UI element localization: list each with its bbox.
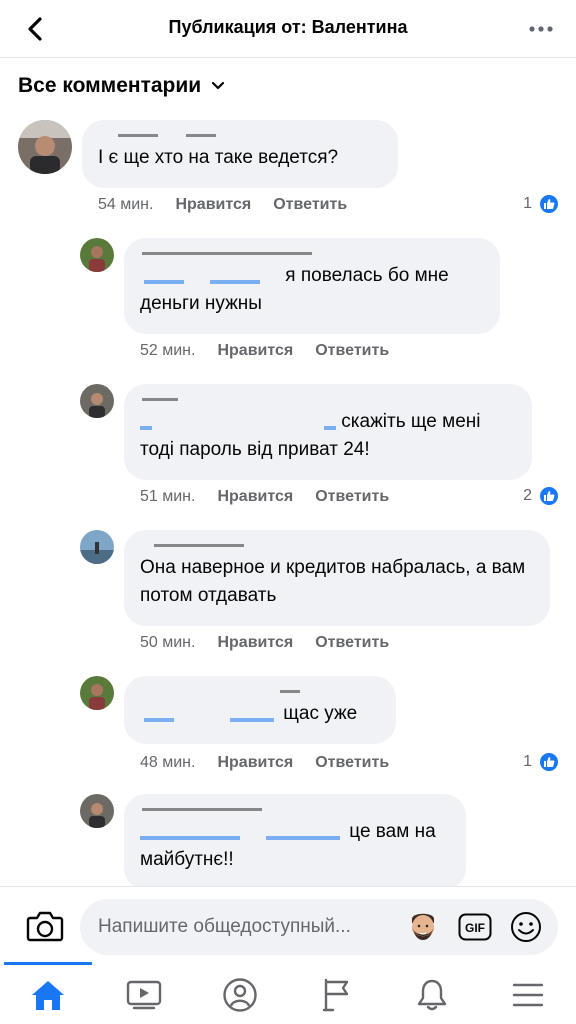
reply-button[interactable]: Ответить — [273, 196, 347, 214]
home-icon — [32, 981, 64, 1010]
author-name-redacted[interactable] — [140, 392, 516, 406]
reply-comment: це вам на майбутнє!! — [0, 794, 576, 886]
nav-pages[interactable] — [316, 976, 356, 1014]
reply-comment: щас уже 48 мин. Нравится Ответить 1 — [0, 676, 576, 786]
more-dots-icon — [529, 26, 553, 32]
nav-menu[interactable] — [508, 976, 548, 1014]
comments-filter-label: Все комментарии — [18, 74, 202, 97]
comment-actions: 50 мин. Нравится Ответить — [140, 634, 389, 652]
avatar[interactable] — [80, 384, 114, 418]
like-button[interactable]: Нравится — [217, 488, 293, 506]
bottom-navigation — [0, 962, 576, 1024]
comment: І є ще хто на таке ведется? 54 мин. Нрав… — [0, 116, 576, 226]
comment-bubble: я повелась бо мне деньги нужны — [124, 238, 500, 334]
mention-link[interactable] — [140, 818, 344, 840]
avatar[interactable] — [80, 676, 114, 710]
comment-actions: 51 мин. Нравится Ответить — [140, 488, 389, 506]
like-reaction-icon — [538, 193, 560, 215]
comment-input[interactable]: Напишите общедоступный... GIF — [80, 899, 558, 955]
reply-button[interactable]: Ответить — [315, 634, 389, 652]
gif-icon: GIF — [458, 913, 492, 941]
comment-bubble: І є ще хто на таке ведется? — [82, 120, 398, 188]
flag-icon — [322, 978, 349, 1012]
comment-text: І є ще хто на таке ведется? — [98, 147, 339, 168]
reply-comment: я повелась бо мне деньги нужны 52 мин. Н… — [0, 238, 576, 368]
comment-composer: Напишите общедоступный... GIF — [0, 886, 576, 964]
avatar[interactable] — [80, 238, 114, 272]
comment-bubble: щас уже — [124, 676, 396, 744]
mention-link[interactable] — [140, 700, 278, 722]
avatar[interactable] — [80, 794, 114, 828]
reply-comment: скажіть ще мені тоді пароль від приват 2… — [0, 384, 576, 514]
reply-button[interactable]: Ответить — [315, 488, 389, 506]
comment-time[interactable]: 51 мин. — [140, 488, 195, 506]
nav-video[interactable] — [124, 976, 164, 1014]
reaction-count[interactable]: 1 — [523, 193, 560, 215]
avatar[interactable] — [80, 530, 114, 564]
like-button[interactable]: Нравится — [217, 754, 293, 772]
reaction-number: 2 — [523, 487, 532, 504]
mention-link[interactable] — [140, 262, 280, 284]
chevron-down-icon — [212, 81, 225, 90]
comment-actions: 52 мин. Нравится Ответить — [140, 342, 389, 360]
comment-actions: 48 мин. Нравится Ответить — [140, 754, 389, 772]
like-reaction-icon — [538, 485, 560, 507]
comment-bubble: скажіть ще мені тоді пароль від приват 2… — [124, 384, 532, 480]
more-options-button[interactable] — [526, 14, 556, 44]
page-title: Публикация от: Валентина — [168, 17, 408, 37]
nav-home[interactable] — [28, 976, 68, 1014]
profile-icon — [223, 978, 257, 1012]
author-name-redacted[interactable] — [140, 684, 380, 698]
camera-icon — [26, 911, 64, 942]
avatar-sticker-button[interactable] — [406, 909, 440, 945]
comment-actions: 54 мин. Нравится Ответить — [98, 196, 347, 214]
like-button[interactable]: Нравится — [217, 634, 293, 652]
top-bar: Публикация от: Валентина — [0, 0, 576, 58]
comment-time[interactable]: 50 мин. — [140, 634, 195, 652]
comments-filter-dropdown[interactable]: Все комментарии — [18, 74, 225, 98]
comment-text: Она наверное и кредитов набралась, а вам… — [140, 557, 526, 606]
author-name-redacted[interactable] — [140, 802, 450, 816]
author-name-redacted[interactable] — [98, 128, 382, 142]
camera-button[interactable] — [26, 909, 64, 943]
active-tab-indicator — [4, 962, 92, 965]
author-name-redacted[interactable] — [140, 538, 534, 552]
smiley-icon — [511, 912, 541, 942]
comment-time[interactable]: 54 мин. — [98, 196, 153, 214]
reaction-count[interactable]: 1 — [523, 751, 560, 773]
comment-text: щас уже — [283, 703, 358, 724]
mention-link[interactable] — [140, 408, 336, 430]
reply-comment: Она наверное и кредитов набралась, а вам… — [0, 530, 576, 660]
like-reaction-icon — [538, 751, 560, 773]
comment-bubble: Она наверное и кредитов набралась, а вам… — [124, 530, 550, 626]
comment-bubble: це вам на майбутнє!! — [124, 794, 466, 886]
input-placeholder: Напишите общедоступный... — [98, 916, 351, 937]
author-name-redacted[interactable] — [140, 246, 484, 260]
reply-button[interactable]: Ответить — [315, 342, 389, 360]
hamburger-menu-icon — [512, 983, 544, 1007]
comments-list: І є ще хто на таке ведется? 54 мин. Нрав… — [0, 116, 576, 886]
comment-time[interactable]: 48 мин. — [140, 754, 195, 772]
reaction-count[interactable]: 2 — [523, 485, 560, 507]
reaction-number: 1 — [523, 753, 532, 770]
nav-profile[interactable] — [220, 976, 260, 1014]
video-icon — [126, 980, 162, 1010]
comment-time[interactable]: 52 мин. — [140, 342, 195, 360]
bell-icon — [417, 979, 447, 1011]
gif-button[interactable]: GIF — [458, 913, 492, 941]
like-button[interactable]: Нравится — [175, 196, 251, 214]
reaction-number: 1 — [523, 195, 532, 212]
like-button[interactable]: Нравится — [217, 342, 293, 360]
avatar[interactable] — [18, 120, 72, 174]
reply-button[interactable]: Ответить — [315, 754, 389, 772]
avatar-sticker-icon — [412, 913, 434, 940]
nav-notifications[interactable] — [412, 976, 452, 1014]
svg-text:GIF: GIF — [465, 921, 485, 935]
emoji-button[interactable] — [510, 911, 542, 943]
